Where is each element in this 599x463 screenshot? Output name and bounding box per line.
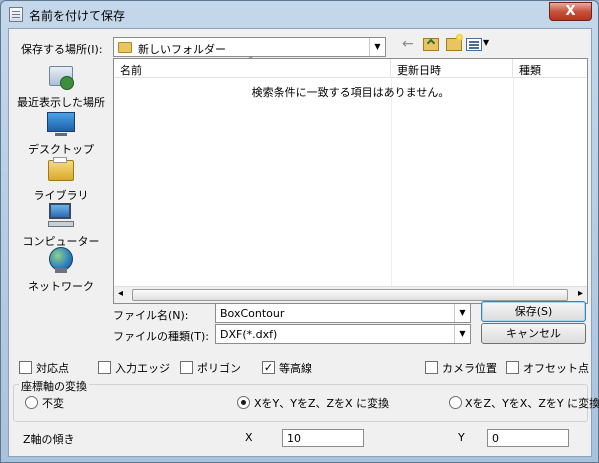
checkbox-label: 等高線: [279, 362, 312, 375]
folder-icon: [118, 42, 132, 53]
empty-message: 検索条件に一致する項目はありません。: [251, 86, 450, 99]
save-in-combo[interactable]: 新しいフォルダー ▼: [113, 37, 386, 57]
filename-value: BoxContour: [220, 307, 285, 320]
checkbox-label: カメラ位置: [442, 362, 497, 375]
sidebar-item-label: ネットワーク: [28, 280, 94, 293]
view-menu-icon[interactable]: [466, 38, 482, 51]
title-bar[interactable]: 名前を付けて保存 X: [1, 1, 598, 28]
filetype-label: ファイルの種類(T):: [113, 330, 210, 343]
library-icon: [46, 155, 76, 185]
new-folder-icon[interactable]: [446, 34, 463, 51]
computer-icon: [46, 201, 76, 231]
chevron-down-icon[interactable]: ▼: [369, 38, 385, 56]
window-title: 名前を付けて保存: [29, 9, 126, 23]
sidebar-item-network[interactable]: ネットワーク: [13, 246, 109, 294]
column-header-name[interactable]: 名前 ^: [114, 56, 391, 78]
chevron-down-icon[interactable]: ▼: [454, 325, 470, 343]
sort-up-icon: ^: [247, 56, 255, 66]
radio-x-to-z[interactable]: [449, 396, 462, 409]
sidebar-item-desktop[interactable]: デスクトップ: [13, 109, 109, 157]
sidebar-item-recent[interactable]: 最近表示した場所: [13, 62, 109, 110]
y-tilt-input[interactable]: 0: [487, 429, 569, 447]
file-list[interactable]: 名前 ^ 更新日時 種類 検索条件に一致する項目はありません。 ◂ ▸: [113, 56, 588, 304]
checkbox-polygon[interactable]: [180, 361, 193, 374]
save-as-dialog: 名前を付けて保存 X 保存する場所(I): 新しいフォルダー ▼ ← ▼ 最近表…: [0, 0, 599, 463]
checkbox-label: ポリゴン: [197, 362, 241, 375]
back-icon[interactable]: ←: [402, 36, 414, 52]
filename-label: ファイル名(N):: [113, 309, 189, 322]
save-button[interactable]: 保存(S): [481, 301, 586, 322]
z-tilt-label: Z軸の傾き: [23, 433, 75, 446]
axis-transform-title: 座標軸の変換: [19, 378, 89, 394]
scrollbar-thumb[interactable]: [132, 289, 568, 301]
column-header-type[interactable]: 種類: [513, 59, 587, 78]
x-tilt-input[interactable]: 10: [282, 429, 364, 447]
sidebar-item-libraries[interactable]: ライブラリ: [13, 155, 109, 203]
radio-x-to-y[interactable]: [237, 396, 250, 409]
checkbox-label: 入力エッジ: [115, 362, 170, 375]
filename-input[interactable]: BoxContour ▼: [215, 303, 471, 323]
radio-label: XをZ、YをX、ZをY に変換: [465, 397, 599, 410]
up-folder-icon[interactable]: [423, 38, 439, 51]
radio-label: 不変: [42, 397, 64, 410]
network-globe-icon: [46, 246, 76, 276]
filetype-select[interactable]: DXF(*.dxf) ▼: [215, 324, 471, 344]
checkbox-offset-points[interactable]: [506, 361, 519, 374]
view-dropdown-icon[interactable]: ▼: [483, 38, 489, 47]
cancel-button[interactable]: キャンセル: [481, 323, 586, 344]
column-header-modified[interactable]: 更新日時: [391, 59, 513, 78]
document-icon: [9, 7, 23, 22]
radio-label: XをY、YをZ、ZをX に変換: [254, 397, 390, 410]
y-label: Y: [458, 431, 465, 444]
recent-places-icon: [46, 62, 76, 92]
x-label: X: [245, 431, 253, 444]
desktop-icon: [46, 109, 76, 139]
save-in-value: 新しいフォルダー: [138, 43, 226, 56]
dialog-body: 保存する場所(I): 新しいフォルダー ▼ ← ▼ 最近表示した場所 デスクトッ…: [8, 28, 599, 457]
scroll-right-icon[interactable]: ▸: [578, 288, 583, 299]
close-button[interactable]: X: [549, 2, 592, 21]
checkbox-label: オフセット点: [523, 362, 589, 375]
filetype-value: DXF(*.dxf): [220, 328, 278, 341]
checkbox-label: 対応点: [36, 362, 69, 375]
save-in-label: 保存する場所(I):: [21, 43, 103, 56]
radio-no-change[interactable]: [25, 396, 38, 409]
checkbox-contour-lines[interactable]: ✓: [262, 361, 275, 374]
sidebar-item-label: 最近表示した場所: [17, 96, 105, 109]
checkbox-camera-position[interactable]: [425, 361, 438, 374]
scroll-left-icon[interactable]: ◂: [118, 288, 123, 299]
checkbox-input-edges[interactable]: [98, 361, 111, 374]
sidebar-item-computer[interactable]: コンピューター: [13, 201, 109, 249]
checkbox-correspondence-points[interactable]: [19, 361, 32, 374]
chevron-down-icon[interactable]: ▼: [454, 304, 470, 322]
